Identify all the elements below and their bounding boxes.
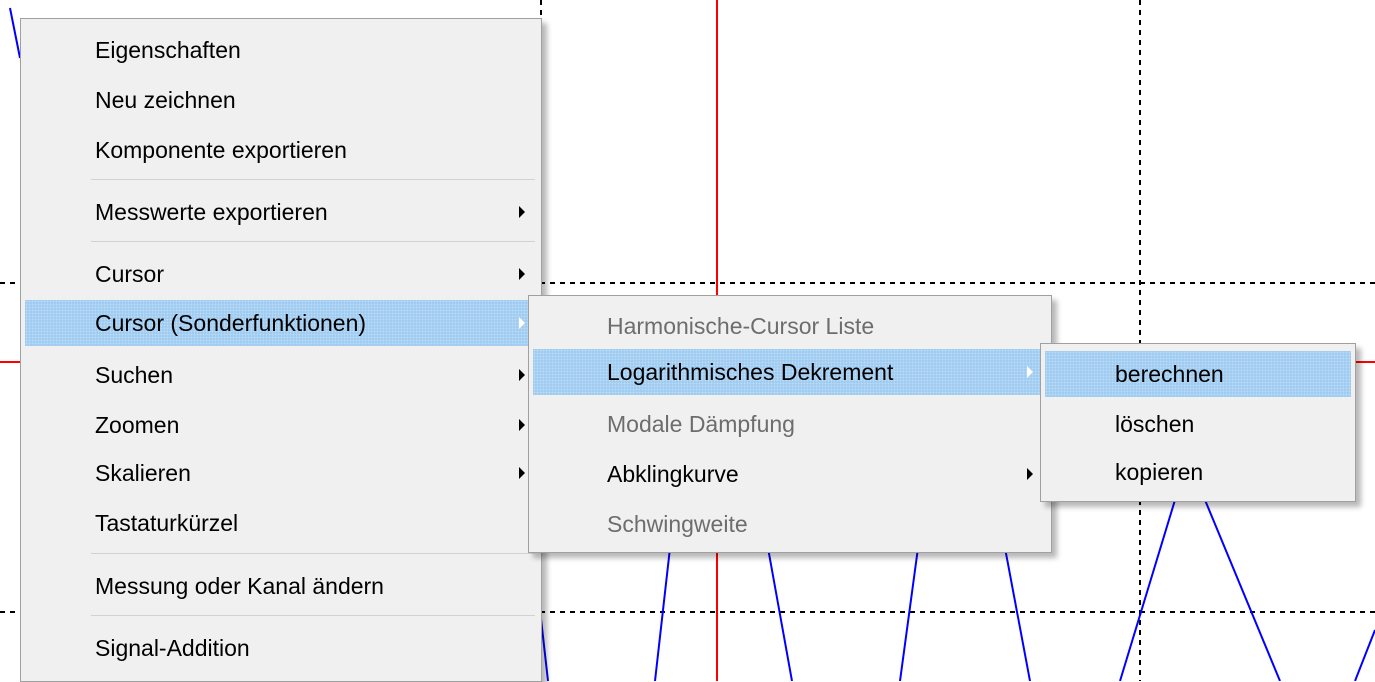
menu-item-label: Signal-Addition bbox=[95, 635, 250, 661]
menu-item-label: berechnen bbox=[1115, 361, 1224, 387]
menu-item-logarithmisches-dekrement[interactable]: Logarithmisches Dekrement bbox=[533, 349, 1047, 395]
menu-item-label: Messwerte exportieren bbox=[95, 199, 328, 225]
menu-item-cursor[interactable]: Cursor bbox=[25, 251, 537, 297]
menu-item-label: Abklingkurve bbox=[607, 461, 739, 487]
menu-item-zoomen[interactable]: Zoomen bbox=[25, 402, 537, 448]
context-menu: Eigenschaften Neu zeichnen Komponente ex… bbox=[20, 18, 542, 682]
menu-separator bbox=[91, 179, 535, 180]
menu-item-label: Skalieren bbox=[95, 460, 191, 486]
submenu-arrow-icon bbox=[519, 467, 525, 479]
menu-item-abklingkurve[interactable]: Abklingkurve bbox=[533, 451, 1047, 497]
menu-separator bbox=[91, 241, 535, 242]
submenu-arrow-icon bbox=[1027, 468, 1033, 480]
log-decrement-submenu: berechnen löschen kopieren bbox=[1040, 343, 1356, 502]
menu-item-skalieren[interactable]: Skalieren bbox=[25, 450, 537, 496]
menu-separator bbox=[91, 553, 535, 554]
menu-item-label: Modale Dämpfung bbox=[607, 411, 795, 437]
menu-item-messung-oder-kanal-aendern[interactable]: Messung oder Kanal ändern bbox=[25, 563, 537, 609]
menu-item-messwerte-exportieren[interactable]: Messwerte exportieren bbox=[25, 189, 537, 235]
menu-item-loeschen[interactable]: löschen bbox=[1045, 401, 1351, 447]
menu-item-label: Suchen bbox=[95, 362, 174, 388]
submenu-arrow-icon bbox=[519, 317, 525, 329]
menu-item-label: Zoomen bbox=[95, 412, 180, 438]
menu-separator bbox=[91, 615, 535, 616]
submenu-arrow-icon bbox=[1027, 366, 1033, 378]
menu-item-harmonische-cursor-liste: Harmonische-Cursor Liste bbox=[533, 303, 1047, 349]
menu-item-label: Tastaturkürzel bbox=[95, 510, 239, 536]
menu-item-label: löschen bbox=[1115, 411, 1195, 437]
menu-item-label: Messung oder Kanal ändern bbox=[95, 573, 384, 599]
menu-item-label: Eigenschaften bbox=[95, 37, 241, 63]
menu-item-modale-daempfung: Modale Dämpfung bbox=[533, 401, 1047, 447]
submenu-arrow-icon bbox=[519, 206, 525, 218]
menu-item-label: Harmonische-Cursor Liste bbox=[607, 313, 875, 339]
menu-item-neu-zeichnen[interactable]: Neu zeichnen bbox=[25, 77, 537, 123]
menu-item-signal-addition[interactable]: Signal-Addition bbox=[25, 625, 537, 671]
menu-item-berechnen[interactable]: berechnen bbox=[1045, 351, 1351, 397]
menu-item-komponente-exportieren[interactable]: Komponente exportieren bbox=[25, 127, 537, 173]
menu-item-label: Logarithmisches Dekrement bbox=[607, 359, 894, 385]
menu-item-schwingweite: Schwingweite bbox=[533, 501, 1047, 547]
menu-item-cursor-sonderfunktionen[interactable]: Cursor (Sonderfunktionen) bbox=[25, 300, 537, 346]
cursor-special-submenu: Harmonische-Cursor Liste Logarithmisches… bbox=[528, 295, 1052, 553]
menu-item-eigenschaften[interactable]: Eigenschaften bbox=[25, 27, 537, 73]
menu-item-kopieren[interactable]: kopieren bbox=[1045, 449, 1351, 495]
menu-item-label: Neu zeichnen bbox=[95, 87, 236, 113]
menu-item-suchen[interactable]: Suchen bbox=[25, 352, 537, 398]
submenu-arrow-icon bbox=[519, 268, 525, 280]
menu-item-label: Cursor bbox=[95, 261, 165, 287]
menu-item-label: Schwingweite bbox=[607, 511, 748, 537]
menu-item-label: Komponente exportieren bbox=[95, 137, 347, 163]
submenu-arrow-icon bbox=[519, 419, 525, 431]
menu-item-label: kopieren bbox=[1115, 459, 1204, 485]
submenu-arrow-icon bbox=[519, 369, 525, 381]
menu-item-label: Cursor (Sonderfunktionen) bbox=[95, 310, 367, 336]
menu-item-tastaturkuerzel[interactable]: Tastaturkürzel bbox=[25, 500, 537, 546]
